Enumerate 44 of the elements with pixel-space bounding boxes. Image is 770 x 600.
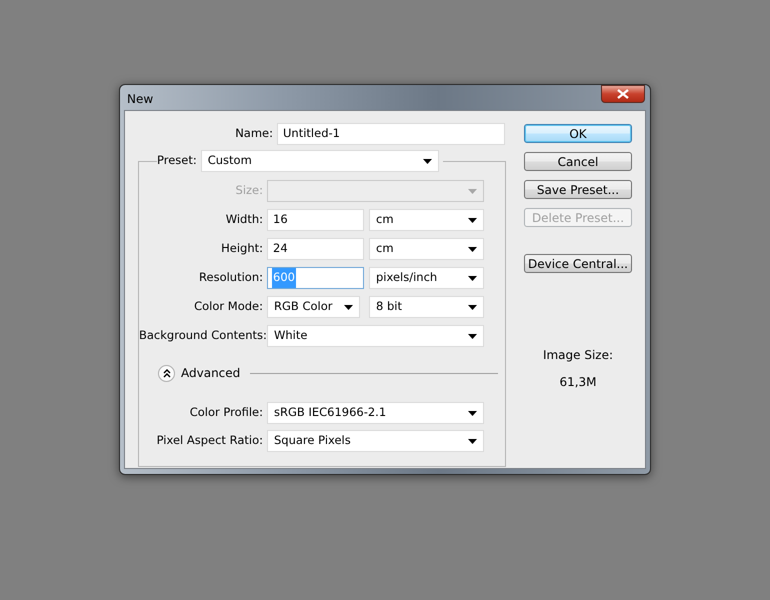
caret-icon (468, 304, 477, 310)
info-label: Image Size: (542, 347, 614, 364)
caret-icon (344, 304, 353, 310)
caret-icon (468, 246, 477, 252)
dialog-button[interactable]: Cancel (524, 152, 632, 171)
dialog-button[interactable]: Save Preset... (524, 180, 632, 199)
caret-icon (468, 410, 477, 416)
caret-icon (468, 188, 477, 194)
field-label: Size: (234, 182, 264, 200)
dropdown[interactable]: pixels/inch (369, 267, 484, 289)
field-label: Color Profile: (188, 404, 264, 422)
field-label: Width: (224, 211, 264, 228)
name-field[interactable]: Untitled-1 (277, 123, 505, 145)
text-field[interactable]: 24 (267, 238, 364, 260)
text-field[interactable]: 16 (267, 209, 364, 231)
dropdown[interactable]: 8 bit (369, 296, 484, 318)
dropdown[interactable]: sRGB IEC61966-2.1 (267, 402, 484, 424)
caret-icon (468, 218, 477, 222)
image-size-value: 61,3M (558, 374, 598, 391)
window-title: New (126, 90, 154, 108)
field-label: Background Contents: (139, 327, 267, 344)
expand-toggle[interactable] (158, 364, 175, 382)
dropdown[interactable]: RGB Color (267, 296, 360, 318)
caret-icon (468, 334, 477, 338)
field-label: Name: (234, 125, 274, 142)
field-label: Resolution: (198, 269, 264, 286)
dialog-button[interactable]: OK (524, 124, 632, 143)
close-icon (617, 88, 629, 98)
close-button[interactable] (601, 84, 645, 102)
dropdown[interactable]: cm (369, 209, 484, 231)
field-label: Preset: (157, 152, 198, 170)
field-label: Height: (220, 240, 264, 258)
section-label: Advanced (181, 365, 240, 382)
dropdown[interactable]: Custom (200, 150, 439, 172)
caret-icon (468, 276, 477, 280)
dropdown[interactable]: Square Pixels (267, 430, 484, 452)
dropdown[interactable]: cm (369, 238, 484, 260)
field-label: Color Mode: (193, 298, 264, 316)
dropdown[interactable]: White (267, 325, 484, 347)
dialog-button[interactable]: Device Central... (524, 254, 632, 273)
caret-icon (422, 158, 432, 164)
caret-icon (468, 438, 477, 444)
field-label: Pixel Aspect Ratio: (156, 432, 264, 450)
double-chevron-up-icon (162, 368, 170, 378)
